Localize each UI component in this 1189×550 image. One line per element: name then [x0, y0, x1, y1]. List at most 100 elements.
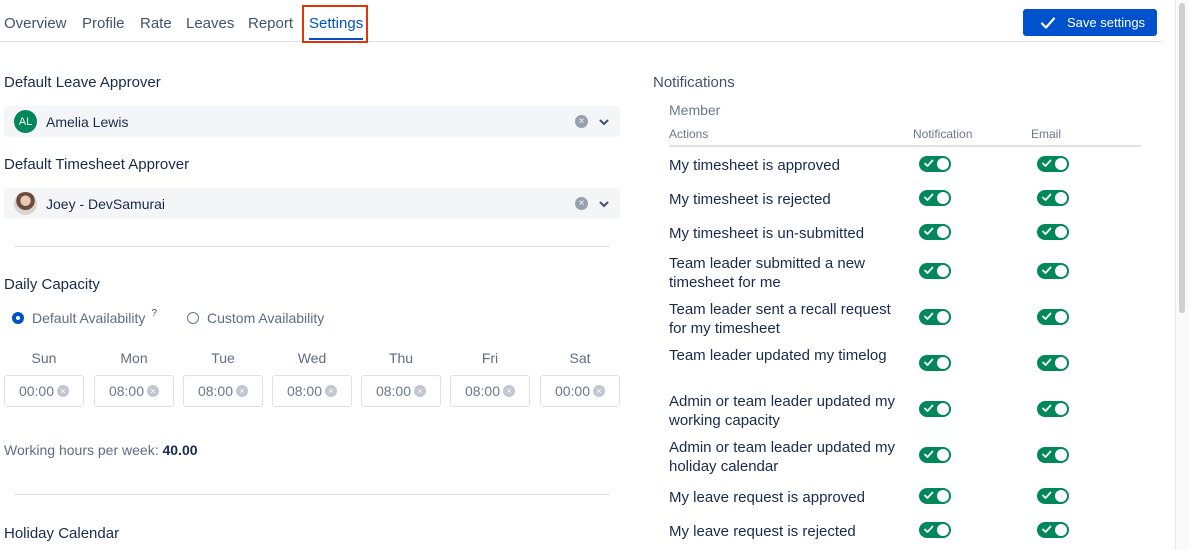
check-icon — [924, 227, 934, 235]
tab-rate[interactable]: Rate — [140, 15, 172, 32]
time-input-thu[interactable]: 08:00 × — [361, 375, 441, 407]
leave-approver-select[interactable]: AL Amelia Lewis × — [4, 106, 620, 137]
save-settings-label: Save settings — [1067, 15, 1146, 30]
toggle-knob — [937, 158, 949, 170]
email-toggle[interactable] — [1037, 224, 1069, 240]
save-settings-button[interactable]: Save settings — [1023, 9, 1157, 36]
notification-toggle[interactable] — [919, 447, 951, 463]
custom-availability-radio[interactable]: Custom Availability — [187, 310, 324, 326]
daily-capacity-label: Daily Capacity — [4, 276, 100, 293]
check-icon — [924, 266, 934, 274]
notification-toggle[interactable] — [919, 309, 951, 325]
check-icon — [1042, 525, 1052, 533]
check-icon — [924, 159, 934, 167]
day-label: Sun — [31, 350, 57, 366]
default-availability-radio[interactable]: Default Availability ? — [12, 308, 157, 326]
notification-toggle[interactable] — [919, 156, 951, 172]
chevron-down-icon[interactable] — [598, 116, 610, 128]
time-input-sun[interactable]: 00:00 × — [4, 375, 84, 407]
time-input-sat[interactable]: 00:00 × — [540, 375, 620, 407]
notification-toggle[interactable] — [919, 263, 951, 279]
help-icon[interactable]: ? — [151, 308, 157, 319]
time-input-wed[interactable]: 08:00 × — [272, 375, 352, 407]
tab-report[interactable]: Report — [248, 15, 293, 32]
clear-icon[interactable]: × — [147, 385, 160, 397]
check-icon — [1042, 491, 1052, 499]
email-toggle[interactable] — [1037, 401, 1069, 417]
tab-bar: Overview Profile Rate Leaves Report Sett… — [0, 0, 1162, 42]
check-icon — [924, 358, 934, 366]
time-value: 08:00 — [464, 383, 501, 399]
time-value: 08:00 — [108, 383, 145, 399]
email-toggle[interactable] — [1037, 263, 1069, 279]
email-toggle[interactable] — [1037, 522, 1069, 538]
time-value: 08:00 — [286, 383, 323, 399]
toggle-knob — [937, 524, 949, 536]
toggle-knob — [1055, 524, 1067, 536]
toggle-knob — [1055, 226, 1067, 238]
toggle-knob — [1055, 158, 1067, 170]
check-icon — [1042, 312, 1052, 320]
toggle-knob — [1055, 311, 1067, 323]
settings-tab-highlight — [302, 5, 368, 43]
notification-toggle[interactable] — [919, 224, 951, 240]
check-icon — [924, 450, 934, 458]
check-icon — [1040, 16, 1056, 29]
check-icon — [924, 312, 934, 320]
toggle-knob — [1055, 192, 1067, 204]
notification-toggle[interactable] — [919, 355, 951, 371]
timesheet-approver-label: Default Timesheet Approver — [4, 156, 190, 173]
notification-toggle[interactable] — [919, 488, 951, 504]
tab-profile[interactable]: Profile — [82, 15, 125, 32]
toggle-knob — [1055, 449, 1067, 461]
clear-icon[interactable]: × — [575, 115, 588, 128]
time-value: 08:00 — [375, 383, 412, 399]
email-toggle[interactable] — [1037, 355, 1069, 371]
tab-overview[interactable]: Overview — [4, 15, 67, 32]
radio-unselected-icon — [187, 312, 199, 324]
notification-action-label: Team leader submitted a new timesheet fo… — [669, 255, 865, 291]
time-value: 00:00 — [18, 383, 55, 399]
day-label: Sat — [569, 350, 591, 366]
time-value: 08:00 — [197, 383, 234, 399]
timesheet-approver-select[interactable]: Joey - DevSamurai × — [4, 188, 620, 219]
clear-icon[interactable]: × — [236, 385, 249, 397]
check-icon — [924, 491, 934, 499]
avatar: AL — [14, 110, 37, 133]
clear-icon[interactable]: × — [325, 385, 338, 397]
time-value: 00:00 — [554, 383, 591, 399]
working-hours: Working hours per week: 40.00 — [4, 442, 198, 458]
notification-action-label: My timesheet is rejected — [669, 191, 831, 208]
radio-selected-icon — [12, 312, 24, 324]
notification-toggle[interactable] — [919, 190, 951, 206]
email-toggle[interactable] — [1037, 190, 1069, 206]
member-group-label: Member — [669, 102, 721, 118]
time-input-mon[interactable]: 08:00 × — [94, 375, 174, 407]
clear-icon[interactable]: × — [593, 385, 606, 397]
working-hours-value: 40.00 — [162, 442, 198, 458]
time-input-fri[interactable]: 08:00 × — [450, 375, 530, 407]
scrollbar[interactable] — [1175, 0, 1189, 550]
check-icon — [924, 404, 934, 412]
email-toggle[interactable] — [1037, 447, 1069, 463]
email-toggle[interactable] — [1037, 488, 1069, 504]
time-input-tue[interactable]: 08:00 × — [183, 375, 263, 407]
clear-icon[interactable]: × — [414, 385, 427, 397]
notification-action-label: Admin or team leader updated my holiday … — [669, 439, 895, 475]
leave-approver-label: Default Leave Approver — [4, 74, 161, 91]
clear-icon[interactable]: × — [503, 385, 516, 397]
email-toggle[interactable] — [1037, 309, 1069, 325]
email-toggle[interactable] — [1037, 156, 1069, 172]
notification-action-label: My timesheet is approved — [669, 157, 840, 174]
notification-toggle[interactable] — [919, 401, 951, 417]
default-availability-label: Default Availability — [32, 310, 146, 326]
chevron-down-icon[interactable] — [598, 198, 610, 210]
scrollbar-thumb[interactable] — [1179, 3, 1185, 313]
clear-icon[interactable]: × — [575, 197, 588, 210]
notification-action-label: My leave request is rejected — [669, 523, 856, 540]
tab-leaves[interactable]: Leaves — [186, 15, 234, 32]
clear-icon[interactable]: × — [57, 385, 70, 397]
toggle-knob — [937, 449, 949, 461]
day-label: Mon — [120, 350, 148, 366]
notification-toggle[interactable] — [919, 522, 951, 538]
